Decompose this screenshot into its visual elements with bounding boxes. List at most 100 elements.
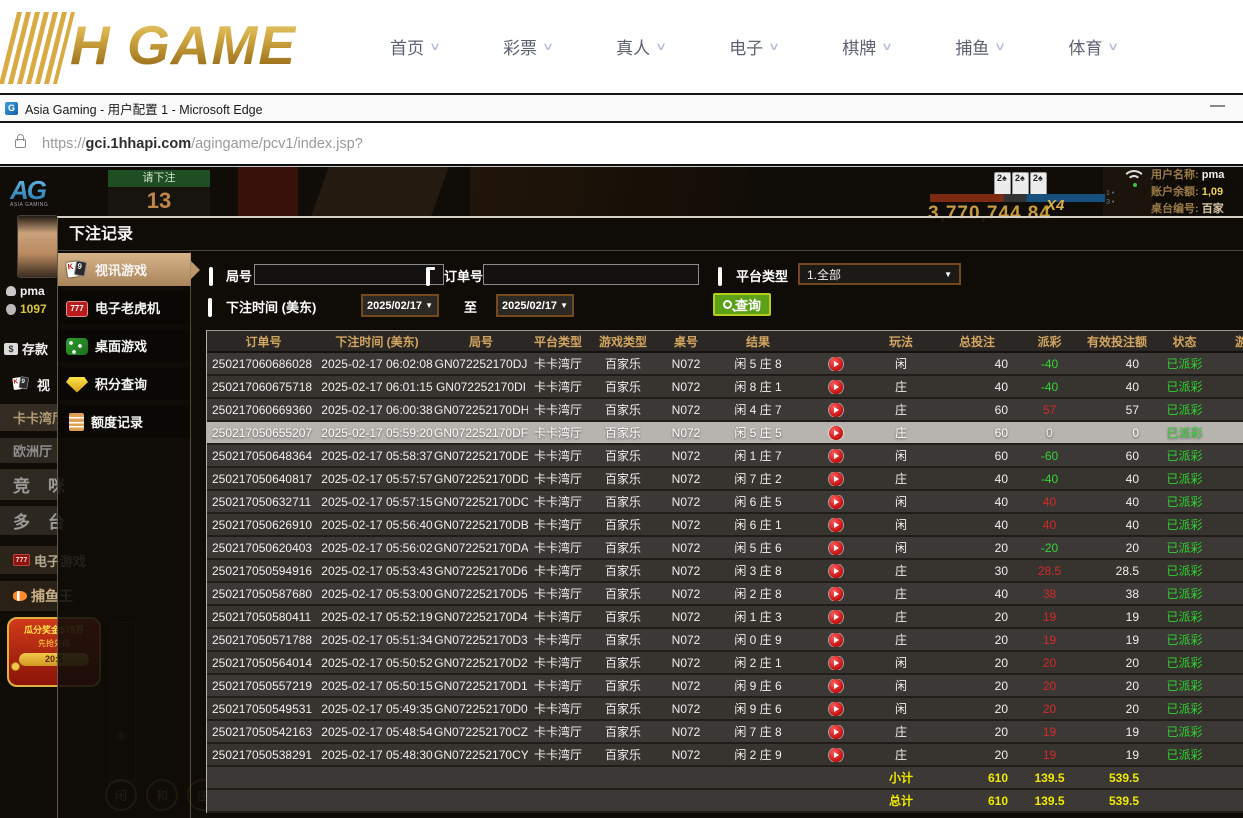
play-video-button[interactable]	[829, 380, 843, 394]
nav-item-首页[interactable]: 首页∨	[390, 34, 439, 59]
play-video-button[interactable]	[829, 748, 843, 762]
cell-platform: 卡卡湾厅	[528, 539, 588, 556]
menu-item-积分查询[interactable]: 积分查询	[58, 367, 191, 400]
menu-item-桌面游戏[interactable]: 桌面游戏	[58, 329, 191, 362]
cell-bet-time: 2025-02-17 05:48:54	[320, 725, 434, 739]
table-row[interactable]: 2502170505572192025-02-17 05:50:15GN0722…	[207, 675, 1243, 698]
table-number-value: 百家	[1202, 203, 1224, 215]
cell-platform: 卡卡湾厅	[528, 700, 588, 717]
date-from-picker[interactable]: 2025/02/17▼	[361, 294, 439, 317]
table-row[interactable]: 2502170505495312025-02-17 05:49:35GN0722…	[207, 698, 1243, 721]
play-video-button[interactable]	[829, 449, 843, 463]
menu-item-电子老虎机[interactable]: 777电子老虎机	[58, 291, 191, 324]
sidebar-item-multitable[interactable]: 多台	[0, 506, 58, 535]
cell-table-no: N072	[658, 564, 714, 578]
cell-round-id: GN072252170CZ	[434, 725, 528, 739]
play-video-button[interactable]	[829, 495, 843, 509]
nav-item-真人[interactable]: 真人∨	[616, 34, 665, 59]
cell-platform: 卡卡湾厅	[528, 401, 588, 418]
table-row[interactable]: 2502170606860282025-02-17 06:02:08GN0722…	[207, 353, 1243, 376]
play-video-button[interactable]	[829, 587, 843, 601]
table-row[interactable]: 2502170506269102025-02-17 05:56:40GN0722…	[207, 514, 1243, 537]
table-row[interactable]: 2502170505717882025-02-17 05:51:34GN0722…	[207, 629, 1243, 652]
nav-item-彩票[interactable]: 彩票∨	[503, 34, 552, 59]
col-header-局号: 局号	[434, 333, 528, 350]
cell-valid-bet: 19	[1077, 633, 1157, 647]
sidebar-item-fishing[interactable]: 捕鱼王	[0, 581, 58, 611]
cell-round-id: GN072252170DB	[434, 518, 528, 532]
table-row[interactable]: 2502170505421632025-02-17 05:48:54GN0722…	[207, 721, 1243, 744]
menu-item-额度记录[interactable]: 额度记录	[58, 405, 191, 438]
sidebar-item-slots[interactable]: 777电子游戏	[0, 546, 58, 574]
table-row[interactable]: 2502170606693602025-02-17 06:00:38GN0722…	[207, 399, 1243, 422]
table-row[interactable]: 2502170506327112025-02-17 05:57:15GN0722…	[207, 491, 1243, 514]
table-row[interactable]: 2502170506408172025-02-17 05:57:57GN0722…	[207, 468, 1243, 491]
play-video-button[interactable]	[829, 656, 843, 670]
sidebar-item-jingmi[interactable]: 竞咪	[0, 469, 58, 500]
menu-item-视讯游戏[interactable]: K9视讯游戏	[58, 253, 191, 286]
url-text[interactable]: https://gci.1hhapi.com/agingame/pcv1/ind…	[42, 136, 363, 152]
site-header: H GAME 首页∨ 彩票∨ 真人∨ 电子∨ 棋牌∨ 捕鱼∨ 体育∨	[0, 0, 1243, 93]
nav-item-捕鱼[interactable]: 捕鱼∨	[955, 34, 1004, 59]
subtotal-row: 小计610139.5539.5	[207, 767, 1243, 790]
cell-play-type: 庄	[870, 631, 932, 648]
play-video-button[interactable]	[829, 472, 843, 486]
table-row[interactable]: 2502170506483642025-02-17 05:58:37GN0722…	[207, 445, 1243, 468]
table-row[interactable]: 2502170505640142025-02-17 05:50:52GN0722…	[207, 652, 1243, 675]
cell-valid-bet: 40	[1077, 495, 1157, 509]
cell-play-type: 庄	[870, 608, 932, 625]
url-scheme: https://	[42, 136, 86, 152]
order-input[interactable]	[483, 264, 699, 285]
play-video-button[interactable]	[829, 541, 843, 555]
cell-bet-time: 2025-02-17 05:53:00	[320, 587, 434, 601]
play-video-button[interactable]	[829, 403, 843, 417]
cell-table-no: N072	[658, 380, 714, 394]
site-logo[interactable]: H GAME	[8, 6, 296, 84]
play-video-button[interactable]	[829, 633, 843, 647]
table-row[interactable]: 2502170505876802025-02-17 05:53:00GN0722…	[207, 583, 1243, 606]
platform-select[interactable]: 1.全部▼	[798, 263, 961, 285]
cell-game-type: 百家乐	[588, 700, 658, 717]
total-row-cell: 139.5	[1022, 794, 1077, 808]
cell-platform: 卡卡湾厅	[528, 470, 588, 487]
cell-result: 闲 7 庄 2	[714, 470, 802, 487]
cell-order-id: 250217050640817	[207, 472, 320, 486]
search-button[interactable]: 查询	[713, 293, 771, 316]
cell-order-id: 250217050538291	[207, 748, 320, 762]
sidebar-item-kakawan[interactable]: 卡卡湾厅	[0, 404, 58, 431]
table-row[interactable]: 2502170505804112025-02-17 05:52:19GN0722…	[207, 606, 1243, 629]
table-row[interactable]: 2502170505949162025-02-17 05:53:43GN0722…	[207, 560, 1243, 583]
cell-play	[802, 564, 870, 578]
cell-round-id: GN072252170D4	[434, 610, 528, 624]
nav-item-体育[interactable]: 体育∨	[1068, 34, 1117, 59]
nav-item-棋牌[interactable]: 棋牌∨	[842, 34, 891, 59]
col-header-结果: 结果	[714, 333, 802, 350]
table-row[interactable]: 2502170506552072025-02-17 05:59:20GN0722…	[207, 422, 1243, 445]
sidebar-item-europe[interactable]: 欧洲厅	[0, 438, 58, 463]
cell-status: 已派彩	[1157, 654, 1212, 671]
table-row[interactable]: 2502170505382912025-02-17 05:48:30GN0722…	[207, 744, 1243, 767]
play-video-button[interactable]	[829, 564, 843, 578]
table-row[interactable]: 2502170506204032025-02-17 05:56:02GN0722…	[207, 537, 1243, 560]
play-video-button[interactable]	[829, 426, 843, 440]
cell-play-type: 庄	[870, 424, 932, 441]
table-row[interactable]: 2502170606757182025-02-17 06:01:15GN0722…	[207, 376, 1243, 399]
play-video-button[interactable]	[829, 518, 843, 532]
cell-valid-bet: 20	[1077, 656, 1157, 670]
play-video-button[interactable]	[829, 679, 843, 693]
browser-url-bar[interactable]: https://gci.1hhapi.com/agingame/pcv1/ind…	[0, 123, 1243, 166]
play-video-button[interactable]	[829, 702, 843, 716]
chevron-down-icon: ∨	[1107, 40, 1119, 53]
play-video-button[interactable]	[829, 357, 843, 371]
cell-game-type: 百家乐	[588, 493, 658, 510]
round-input[interactable]	[254, 264, 444, 285]
deposit-button[interactable]: $存款	[4, 339, 62, 358]
nav-item-电子[interactable]: 电子∨	[729, 34, 778, 59]
cell-result: 闲 4 庄 7	[714, 401, 802, 418]
play-video-button[interactable]	[829, 725, 843, 739]
date-to-picker[interactable]: 2025/02/17▼	[496, 294, 574, 317]
cell-payout: 19	[1022, 725, 1077, 739]
list-icon	[718, 267, 722, 286]
minimize-button[interactable]: —	[1210, 97, 1225, 114]
play-video-button[interactable]	[829, 610, 843, 624]
